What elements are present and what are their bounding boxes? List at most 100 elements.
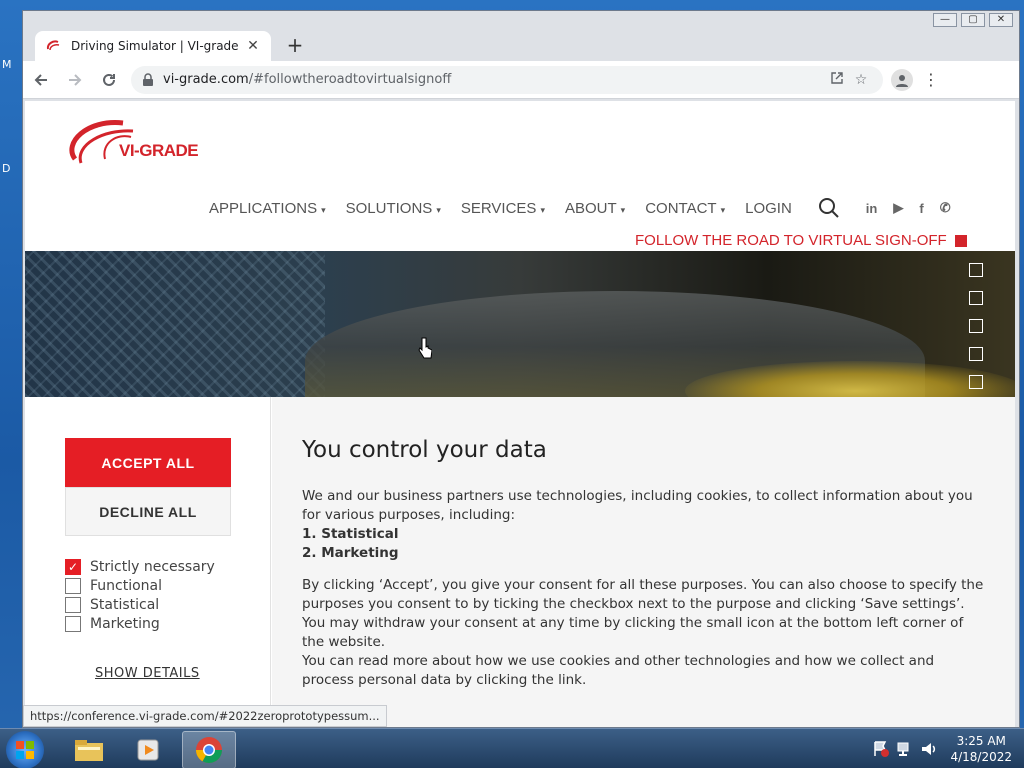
toolbar-right: ⋮: [891, 68, 939, 91]
consent-paragraph: By clicking ‘Accept’, you give your cons…: [302, 577, 984, 612]
show-details-link[interactable]: SHOW DETAILS: [95, 666, 200, 681]
decline-all-button[interactable]: DECLINE ALL: [65, 487, 231, 536]
nav-label: SERVICES: [460, 199, 537, 217]
consent-title: You control your data: [302, 437, 547, 463]
desktop-icon-fragment: D: [2, 162, 11, 175]
consent-option[interactable]: ✓ Strictly necessary: [65, 557, 215, 576]
network-icon[interactable]: [896, 740, 914, 758]
start-button[interactable]: [6, 731, 44, 768]
media-player-taskbar-icon[interactable]: [122, 731, 176, 768]
profile-avatar-icon[interactable]: [891, 68, 913, 91]
browser-menu-icon[interactable]: ⋮: [923, 70, 939, 89]
reload-icon[interactable]: [93, 64, 125, 96]
tab-title: Driving Simulator | VI-grade: [71, 39, 239, 53]
taskbar: 3:25 AM 4/18/2022: [0, 728, 1024, 768]
forward-arrow-icon[interactable]: [59, 64, 91, 96]
url-path: /#followtheroadtovirtualsignoff: [248, 72, 452, 87]
url-host: vi-grade.com: [163, 72, 249, 87]
nav-label: CONTACT: [645, 199, 717, 217]
nav-applications[interactable]: APPLICATIONS ▾: [209, 200, 326, 217]
nav-label: ABOUT: [564, 199, 617, 217]
consent-paragraph: You can read more about how we use cooki…: [302, 653, 935, 688]
cookie-consent-panel: ACCEPT ALL DECLINE ALL ✓ Strictly necessa…: [25, 397, 1015, 727]
nav-about[interactable]: ABOUT ▾: [565, 200, 625, 217]
taskbar-clock[interactable]: 3:25 AM 4/18/2022: [950, 733, 1012, 765]
slider-dot[interactable]: [969, 291, 983, 305]
vi-grade-logo[interactable]: VI-GRADE: [67, 115, 229, 171]
nav-label: LOGIN: [745, 199, 792, 217]
consent-option[interactable]: Marketing: [65, 614, 215, 633]
purpose-statistical: 1. Statistical: [302, 526, 399, 542]
checkbox-icon[interactable]: [65, 577, 81, 594]
caret-down-icon: ▾: [436, 204, 441, 215]
youtube-icon[interactable]: ▶: [893, 200, 903, 216]
consent-option-label: Marketing: [90, 615, 160, 632]
logo-text: VI-GRADE: [119, 141, 199, 160]
consent-text: You control your data We and our busines…: [272, 397, 1015, 727]
caret-down-icon: ▾: [620, 204, 626, 215]
hero-banner: [25, 251, 1015, 397]
caret-down-icon: ▾: [540, 204, 545, 215]
main-nav: APPLICATIONS ▾ SOLUTIONS ▾ SERVICES ▾ ABOUT…: [209, 197, 967, 219]
consent-option[interactable]: Functional: [65, 576, 215, 595]
hand-cursor-icon: [418, 337, 432, 359]
caret-down-icon: ▾: [720, 204, 726, 215]
checkbox-icon[interactable]: [65, 615, 81, 632]
back-arrow-icon[interactable]: [25, 64, 57, 96]
system-tray: 3:25 AM 4/18/2022: [866, 729, 1024, 768]
wechat-icon[interactable]: ✆: [940, 200, 951, 216]
accept-all-button[interactable]: ACCEPT ALL: [65, 438, 231, 487]
follow-road-banner[interactable]: FOLLOW THE ROAD TO VIRTUAL SIGN-OFF: [635, 232, 967, 249]
slider-nav: [969, 263, 983, 389]
lock-icon[interactable]: [141, 72, 155, 87]
caret-down-icon: ▾: [321, 204, 326, 215]
clock-date: 4/18/2022: [950, 750, 1012, 764]
slider-dot[interactable]: [969, 347, 983, 361]
browser-toolbar: vi-grade.com/#followtheroadtovirtualsign…: [23, 61, 1019, 99]
consent-option-label: Statistical: [90, 596, 160, 613]
purpose-marketing: 2. Marketing: [302, 545, 399, 561]
vi-grade-favicon-icon: [46, 40, 60, 51]
chrome-taskbar-icon[interactable]: [182, 731, 236, 768]
consent-option-label: Strictly necessary: [90, 558, 215, 575]
explorer-taskbar-icon[interactable]: [62, 731, 116, 768]
checkbox-icon[interactable]: [65, 596, 81, 613]
checkbox-checked-icon[interactable]: ✓: [65, 558, 81, 575]
desktop-icon-fragment: M: [2, 58, 12, 71]
browser-window: — ▢ ✕ Driving Simulator | VI-grade ✕ + v…: [22, 10, 1020, 728]
nav-services[interactable]: SERVICES ▾: [461, 200, 545, 217]
linkedin-icon[interactable]: in: [866, 201, 878, 216]
consent-intro: We and our business partners use technol…: [302, 488, 973, 523]
bookmark-star-icon[interactable]: ☆: [849, 72, 873, 88]
browser-tab[interactable]: Driving Simulator | VI-grade ✕: [35, 31, 271, 61]
nav-label: SOLUTIONS: [345, 199, 433, 217]
consent-option-label: Functional: [90, 577, 163, 594]
share-icon[interactable]: [825, 71, 849, 89]
slider-dot[interactable]: [969, 319, 983, 333]
tab-strip: Driving Simulator | VI-grade ✕ +: [23, 11, 1019, 61]
hero-mesh-graphic: [25, 251, 325, 397]
action-center-flag-icon[interactable]: [872, 740, 890, 758]
web-page: VI-GRADE APPLICATIONS ▾ SOLUTIONS ▾ SERVIC…: [25, 101, 1015, 727]
facebook-icon[interactable]: f: [919, 201, 923, 216]
url-text[interactable]: vi-grade.com/#followtheroadtovirtualsign…: [163, 72, 825, 87]
new-tab-button[interactable]: +: [285, 33, 305, 57]
consent-option[interactable]: Statistical: [65, 595, 215, 614]
consent-checkbox-list: ✓ Strictly necessary Functional Statistical…: [65, 557, 215, 633]
follow-road-text: FOLLOW THE ROAD TO VIRTUAL SIGN-OFF: [635, 232, 947, 249]
slider-dot[interactable]: [969, 263, 983, 277]
nav-label: APPLICATIONS: [209, 199, 318, 217]
consent-actions: ACCEPT ALL DECLINE ALL ✓ Strictly necessa…: [25, 397, 271, 727]
consent-paragraph: You may withdraw your consent at any tim…: [302, 615, 964, 650]
red-square-icon: [954, 234, 967, 247]
tab-close-icon[interactable]: ✕: [245, 38, 261, 54]
slider-dot[interactable]: [969, 375, 983, 389]
nav-contact[interactable]: CONTACT ▾: [645, 200, 725, 217]
address-bar[interactable]: vi-grade.com/#followtheroadtovirtualsign…: [131, 65, 883, 94]
nav-login[interactable]: LOGIN: [745, 200, 792, 217]
windows-logo-icon: [16, 741, 34, 759]
volume-icon[interactable]: [920, 740, 938, 758]
clock-time: 3:25 AM: [956, 734, 1006, 748]
search-icon[interactable]: [818, 197, 840, 219]
nav-solutions[interactable]: SOLUTIONS ▾: [346, 200, 441, 217]
